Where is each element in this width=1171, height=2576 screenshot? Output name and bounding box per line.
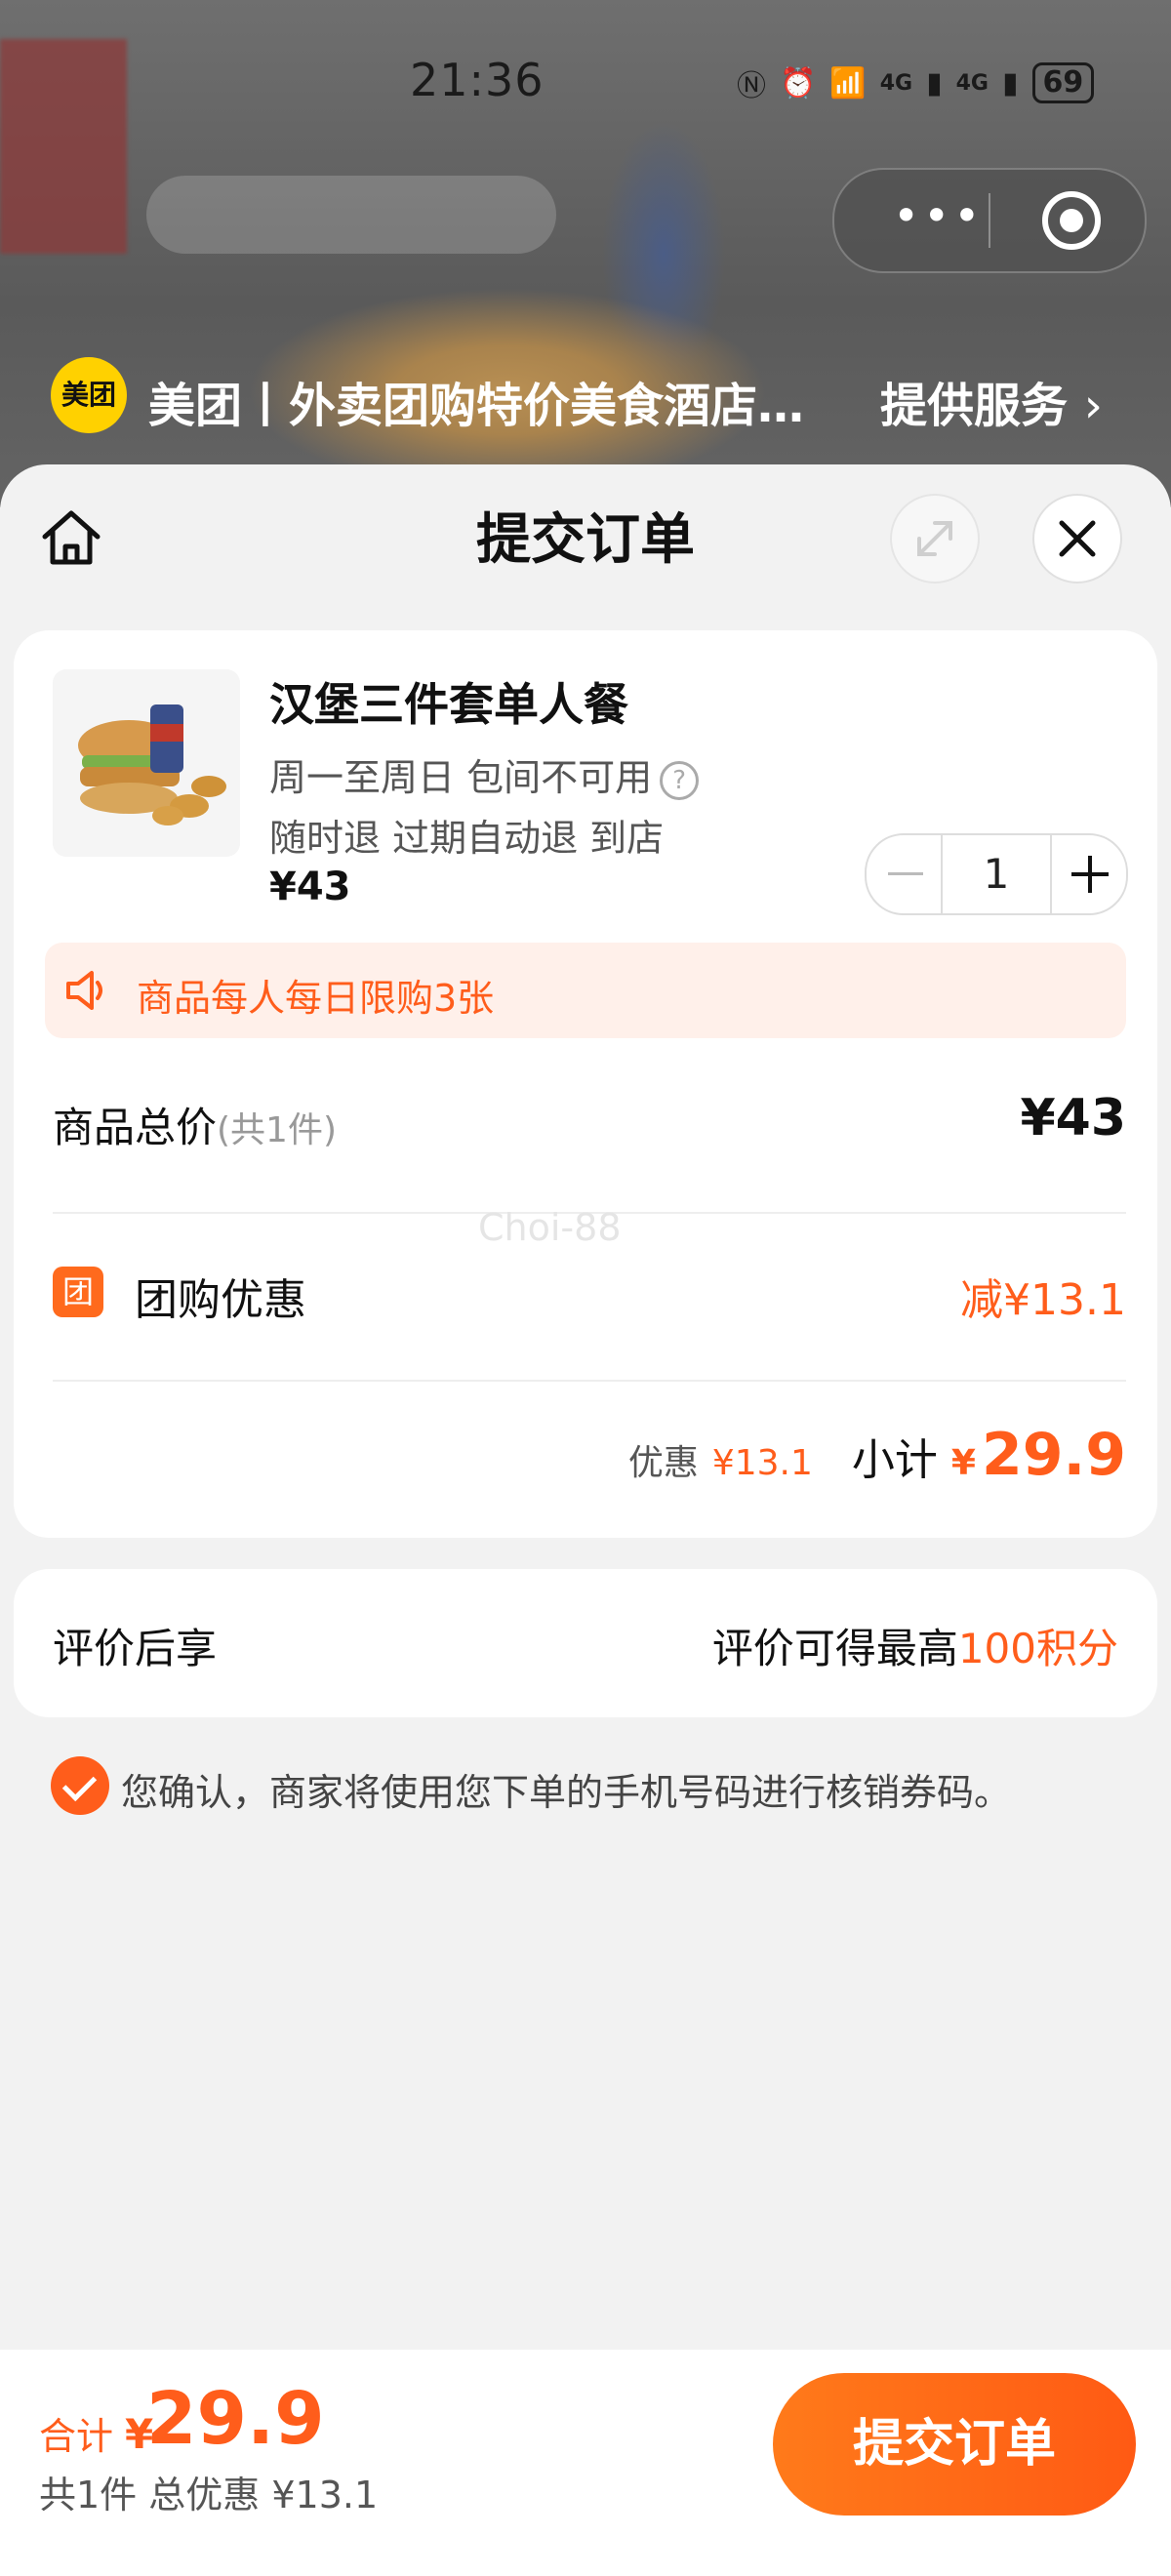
review-reward: 评价可得最高100积分	[712, 1616, 1118, 1675]
signal-label-1: 4G	[879, 70, 913, 96]
submit-order-button[interactable]: 提交订单	[773, 2373, 1136, 2516]
close-icon[interactable]	[1032, 494, 1122, 584]
product-name: 汉堡三件套单人餐	[269, 678, 628, 731]
chevron-right-icon: ›	[1083, 379, 1103, 433]
wifi-icon: 📶	[829, 65, 867, 101]
capsule-divider	[989, 193, 990, 248]
review-label: 评价后享	[53, 1625, 218, 1672]
check-icon[interactable]	[51, 1756, 109, 1815]
signal-icon-2: ▮	[1001, 65, 1019, 101]
subtotal-label: 小计	[851, 1435, 938, 1485]
goods-total-label: 商品总价(共1件)	[53, 1095, 337, 1154]
checkout-bar: 合计 ¥ 29.9 共1件 总优惠 ¥13.1 提交订单	[0, 2350, 1171, 2576]
goods-total-row: 商品总价(共1件) ¥43	[53, 1089, 1126, 1167]
product-refund-policy: 随时退 过期自动退 到店	[269, 817, 665, 860]
order-sheet: 提交订单 汉堡三件套单人餐 周一至周日 包间不可用 ? 随时退 过期自动退 到店…	[0, 464, 1171, 2576]
review-points: 100积分	[957, 1625, 1118, 1672]
goods-total-value: ¥43	[1020, 1089, 1126, 1147]
subtotal-row: 优惠 ¥13.1 小计 ¥ 29.9	[53, 1421, 1126, 1509]
service-link[interactable]: 提供服务 ›	[880, 367, 1103, 435]
alarm-icon: ⏰	[780, 65, 817, 101]
help-icon[interactable]: ?	[660, 760, 700, 800]
subtotal-group: 优惠 ¥13.1 小计 ¥ 29.9	[628, 1421, 1126, 1489]
product-price: ¥43	[269, 865, 351, 909]
review-reward-card[interactable]: 评价后享 评价可得最高100积分	[14, 1569, 1157, 1717]
divider	[53, 1380, 1126, 1382]
goods-count: (共1件)	[217, 1110, 338, 1150]
product-availability: 周一至周日 包间不可用?	[269, 747, 700, 801]
review-reward-text: 评价可得最高	[711, 1625, 958, 1672]
group-discount-row: 团 团购优惠 减¥13.1	[53, 1255, 1126, 1333]
purchase-limit-notice: 商品每人每日限购3张	[45, 943, 1126, 1038]
total-label: 合计	[39, 2415, 114, 2458]
more-dots-icon[interactable]: •••	[893, 191, 984, 240]
product-image[interactable]	[53, 669, 240, 857]
quantity-value[interactable]: 1	[941, 835, 1052, 913]
meituan-logo: 美团	[51, 357, 127, 433]
battery-indicator: 69	[1031, 62, 1095, 103]
product-availability-text: 周一至周日 包间不可用	[269, 756, 653, 799]
mini-program-title[interactable]: 美团丨外卖团购特价美食酒店…	[148, 367, 890, 435]
goods-total-label-text: 商品总价	[53, 1104, 218, 1151]
nfc-icon: Ⓝ	[737, 69, 766, 103]
signal-icon-1: ▮	[926, 65, 943, 101]
status-time: 21:36	[410, 54, 545, 106]
mini-program-bar: 美团 美团丨外卖团购特价美食酒店… 提供服务 ›	[51, 357, 1124, 435]
decrease-button[interactable]	[867, 835, 941, 913]
service-link-label: 提供服务	[880, 379, 1069, 433]
subtotal-value: 29.9	[981, 1421, 1126, 1489]
target-icon[interactable]	[1042, 191, 1101, 250]
confirm-text: 您确认，商家将使用您下单的手机号码进行核销券码。	[121, 1771, 1012, 1814]
sheet-header: 提交订单	[0, 464, 1171, 611]
page-title: 提交订单	[476, 508, 695, 572]
phone-verification-confirm: 您确认，商家将使用您下单的手机号码进行核销券码。	[51, 1752, 1134, 1821]
status-icons: Ⓝ ⏰ 📶 4G ▮ 4G ▮ 69	[737, 61, 1095, 104]
speaker-icon	[62, 968, 109, 1013]
signal-label-2: 4G	[955, 70, 989, 96]
purchase-limit-text: 商品每人每日限购3张	[137, 977, 495, 1020]
status-bar: 21:36 Ⓝ ⏰ 📶 4G ▮ 4G ▮ 69	[0, 54, 1171, 112]
discount-label: 优惠	[627, 1443, 699, 1483]
mini-program-capsule: •••	[832, 168, 1147, 273]
increase-button[interactable]	[1052, 835, 1126, 913]
group-discount-label: 团购优惠	[135, 1275, 306, 1325]
product-card: 汉堡三件套单人餐 周一至周日 包间不可用? 随时退 过期自动退 到店 ¥43 1…	[14, 630, 1157, 1538]
total-amount: 29.9	[146, 2377, 325, 2461]
watermark: Choi-88	[478, 1206, 622, 1249]
quantity-stepper: 1	[865, 833, 1128, 915]
group-badge-icon: 团	[53, 1267, 103, 1317]
discount-value: ¥13.1	[711, 1443, 813, 1483]
subtotal-currency: ¥	[950, 1443, 976, 1483]
expand-icon[interactable]	[890, 494, 980, 584]
group-discount-value: 减¥13.1	[960, 1275, 1126, 1325]
background-pill	[146, 176, 556, 254]
total-summary: 共1件 总优惠 ¥13.1	[39, 2474, 379, 2516]
